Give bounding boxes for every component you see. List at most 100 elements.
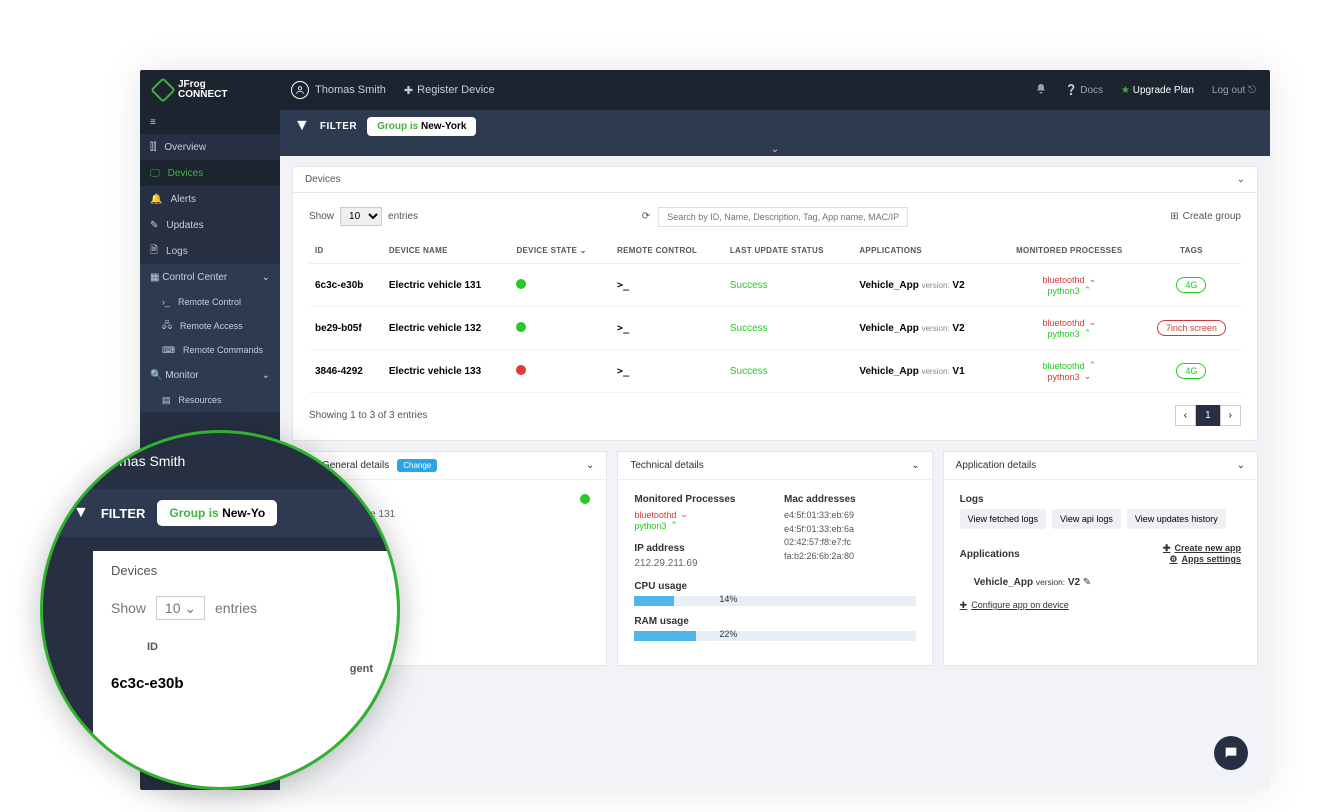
- col-remote[interactable]: REMOTE CONTROL: [611, 238, 724, 264]
- col-procs[interactable]: MONITORED PROCESSES: [997, 238, 1142, 264]
- device-id: 3846-4292: [309, 350, 383, 393]
- applications-cell: Vehicle_App version: V1: [853, 350, 997, 393]
- topbar: JFrog CONNECT Thomas Smith ✚ Register De…: [140, 70, 1270, 110]
- processes-cell: bluetoothd ⌄ python3 ⌃: [997, 307, 1142, 350]
- view-fetched-logs-button[interactable]: View fetched logs: [960, 509, 1046, 529]
- zoom-entries-select[interactable]: 10 ⌄: [156, 596, 205, 620]
- ram-value: 22%: [719, 629, 737, 639]
- remote-control-cell[interactable]: >_: [611, 307, 724, 350]
- docs-link[interactable]: ❔ Docs: [1065, 85, 1103, 96]
- sidebar-item-remote-commands[interactable]: ⌨Remote Commands: [140, 338, 280, 362]
- content: ▼ FILTER Group is New-York ⌄ Devices ⌄ S…: [280, 110, 1270, 790]
- remote-control-cell[interactable]: >_: [611, 350, 724, 393]
- mac-address: fa:b2:26:6b:2a:80: [784, 550, 916, 564]
- zoom-lens: Thomas Smith ▼ FILTER Group is New-Yo De…: [40, 430, 400, 790]
- upgrade-plan-button[interactable]: ★ Upgrade Plan: [1121, 85, 1194, 96]
- chat-button[interactable]: [1214, 736, 1248, 770]
- tags-cell: 4G: [1142, 264, 1241, 307]
- col-name[interactable]: DEVICE NAME: [383, 238, 511, 264]
- sidebar-item-updates[interactable]: ✎Updates: [140, 212, 280, 238]
- logout-button[interactable]: Log out ⎋: [1212, 85, 1256, 96]
- application-title: Application details: [956, 460, 1037, 471]
- tag-pill[interactable]: 4G: [1176, 363, 1206, 379]
- sidebar-item-alerts[interactable]: 🔔Alerts: [140, 186, 280, 212]
- chevron-icon: ⌃: [1084, 328, 1092, 339]
- device-id: be29-b05f: [309, 307, 383, 350]
- chevron-icon: ⌄: [1084, 371, 1092, 382]
- refresh-icon[interactable]: ⟳: [642, 211, 650, 222]
- avatar-icon: [291, 81, 309, 99]
- tag-pill[interactable]: 7inch screen: [1157, 320, 1226, 336]
- sidebar-item-overview[interactable]: ⫿⫿Overview: [140, 134, 280, 160]
- chevron-down-icon[interactable]: ⌄: [1237, 460, 1245, 471]
- expand-filter[interactable]: ⌄: [280, 142, 1270, 156]
- col-apps[interactable]: APPLICATIONS: [853, 238, 997, 264]
- pager: ‹ 1 ›: [1175, 405, 1241, 426]
- sidebar-toggle[interactable]: ≡: [140, 110, 280, 134]
- edit-icon[interactable]: ✎: [1083, 577, 1091, 588]
- user-menu[interactable]: Thomas Smith: [291, 81, 386, 99]
- cpu-bar: 14%: [634, 596, 915, 606]
- sidebar-control-center[interactable]: ▦ Control Center⌄: [140, 264, 280, 290]
- device-name: Electric vehicle 132: [383, 307, 511, 350]
- col-update[interactable]: LAST UPDATE STATUS: [724, 238, 854, 264]
- entries-suffix: entries: [388, 211, 418, 222]
- pager-prev[interactable]: ‹: [1175, 405, 1196, 426]
- applications-cell: Vehicle_App version: V2: [853, 307, 997, 350]
- view-api-logs-button[interactable]: View api logs: [1052, 509, 1121, 529]
- status-dot-icon: [516, 279, 526, 289]
- entries-select[interactable]: 10: [340, 207, 382, 226]
- sidebar-item-resources[interactable]: ▤Resources: [140, 388, 280, 412]
- chevron-icon: ⌄: [1089, 317, 1097, 328]
- proc-bluetoothd: bluetoothd ⌄: [634, 509, 766, 520]
- logo[interactable]: JFrog CONNECT: [154, 80, 281, 100]
- zoom-id-value: 6c3c-e30b: [111, 675, 379, 692]
- pager-page-1[interactable]: 1: [1196, 405, 1220, 426]
- sidebar-item-remote-control[interactable]: ›_Remote Control: [140, 290, 280, 314]
- register-device-label: Register Device: [417, 84, 495, 96]
- change-button[interactable]: Change: [397, 459, 437, 472]
- apps-settings-link[interactable]: ⚙Apps settings: [1163, 554, 1241, 565]
- view-updates-history-button[interactable]: View updates history: [1127, 509, 1226, 529]
- chevron-down-icon[interactable]: ⌄: [586, 460, 594, 471]
- chart-icon: ⫿⫿: [150, 142, 156, 153]
- devices-title: Devices: [305, 174, 341, 185]
- chevron-down-icon[interactable]: ⌄: [1237, 174, 1245, 185]
- col-id[interactable]: ID: [309, 238, 383, 264]
- table-row[interactable]: be29-b05f Electric vehicle 132 >_ Succes…: [309, 307, 1241, 350]
- pager-next[interactable]: ›: [1220, 405, 1241, 426]
- sidebar-item-logs[interactable]: 🗎Logs: [140, 238, 280, 264]
- create-new-app-link[interactable]: ✚Create new app: [1163, 543, 1241, 554]
- command-icon: ⌨: [162, 345, 175, 356]
- chevron-up-icon: ⌃: [670, 520, 678, 531]
- filter-icon: ▼: [73, 504, 89, 522]
- chevron-down-icon: ⌄: [580, 246, 587, 255]
- configure-app-link[interactable]: ✚Configure app on device: [960, 600, 1241, 611]
- grid-icon: ▦: [150, 272, 159, 283]
- device-name: Electric vehicle 133: [383, 350, 511, 393]
- tag-pill[interactable]: 4G: [1176, 277, 1206, 293]
- filter-chip[interactable]: Group is New-York: [367, 117, 476, 136]
- processes-cell: bluetoothd ⌃ python3 ⌄: [997, 350, 1142, 393]
- terminal-icon: ›_: [162, 297, 170, 307]
- sidebar-item-devices[interactable]: 🖵Devices: [140, 160, 280, 186]
- remote-control-cell[interactable]: >_: [611, 264, 724, 307]
- create-group-button[interactable]: ⊞ Create group: [1170, 211, 1241, 222]
- table-row[interactable]: 3846-4292 Electric vehicle 133 >_ Succes…: [309, 350, 1241, 393]
- chevron-down-icon[interactable]: ⌄: [911, 460, 919, 471]
- search-input[interactable]: [658, 207, 908, 227]
- register-device-button[interactable]: ✚ Register Device: [404, 84, 495, 97]
- proc-python3: python3 ⌃: [634, 520, 766, 531]
- device-name: Electric vehicle 131: [383, 264, 511, 307]
- col-tags[interactable]: TAGS: [1142, 238, 1241, 264]
- terminal-icon: >_: [617, 323, 629, 334]
- zoom-filter-chip[interactable]: Group is New-Yo: [157, 500, 277, 526]
- terminal-icon: >_: [617, 366, 629, 377]
- sidebar-monitor[interactable]: 🔍 Monitor⌄: [140, 362, 280, 388]
- table-row[interactable]: 6c3c-e30b Electric vehicle 131 >_ Succes…: [309, 264, 1241, 307]
- zoom-filter-label: FILTER: [101, 506, 146, 521]
- bell-icon[interactable]: [1035, 83, 1047, 98]
- device-id: 6c3c-e30b: [309, 264, 383, 307]
- sidebar-item-remote-access[interactable]: 🖧Remote Access: [140, 314, 280, 338]
- col-state[interactable]: DEVICE STATE ⌄: [510, 238, 611, 264]
